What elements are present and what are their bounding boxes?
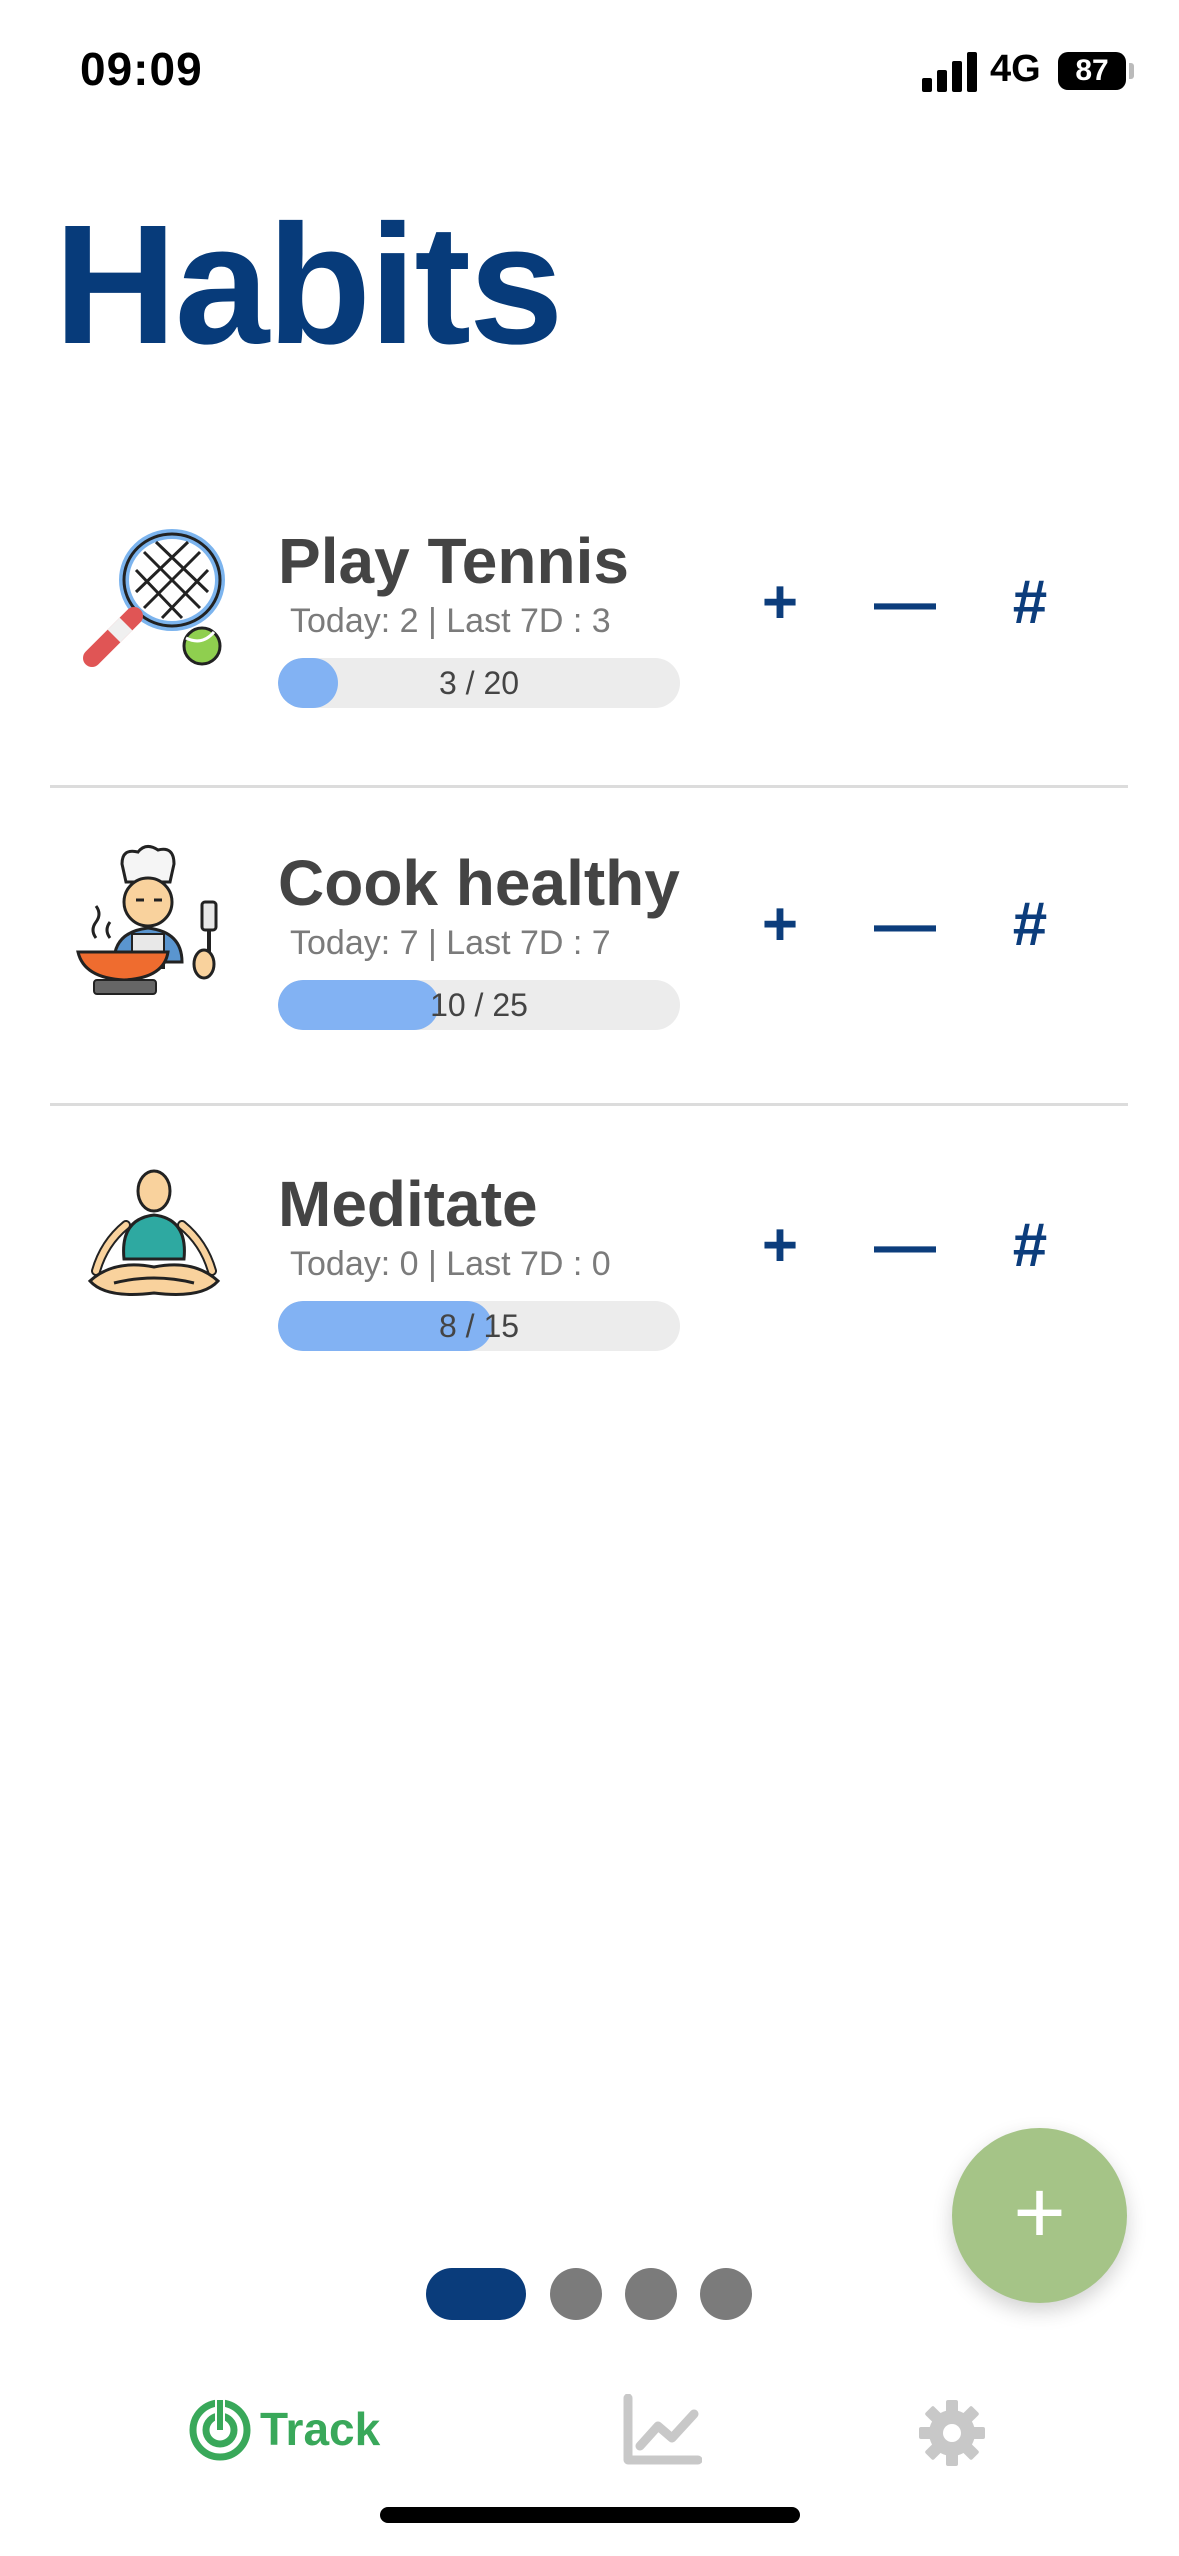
page-dot[interactable] <box>550 2268 602 2320</box>
divider <box>50 1103 1128 1106</box>
status-bar: 09:09 4G 87 <box>0 0 1179 150</box>
habit-row-play-tennis[interactable]: Play Tennis Today: 2 | Last 7D : 3 3 / 2… <box>50 480 1130 800</box>
divider <box>50 785 1128 788</box>
habit-stats: Today: 7 | Last 7D : 7 <box>290 924 611 962</box>
habit-row-cook-healthy[interactable]: Cook healthy Today: 7 | Last 7D : 7 10 /… <box>50 802 1130 1122</box>
habit-progress-bar: 10 / 25 <box>278 980 680 1030</box>
decrement-button[interactable]: — <box>860 1201 950 1291</box>
meditation-icon <box>87 1169 221 1296</box>
chef-cooking-icon <box>76 845 218 995</box>
set-count-button[interactable]: # <box>985 1201 1075 1291</box>
habit-progress-bar: 8 / 15 <box>278 1301 680 1351</box>
tennis-racket-icon <box>83 529 225 667</box>
increment-button[interactable]: + <box>735 880 825 970</box>
habit-stats: Today: 2 | Last 7D : 3 <box>290 602 611 640</box>
habit-name: Play Tennis <box>278 525 629 597</box>
increment-button[interactable]: + <box>735 558 825 648</box>
battery-tip <box>1129 63 1134 79</box>
habit-name: Meditate <box>278 1168 538 1240</box>
signal-bars-icon <box>922 52 977 92</box>
page-dot[interactable] <box>625 2268 677 2320</box>
chart-icon <box>623 2394 702 2465</box>
habit-stats: Today: 0 | Last 7D : 0 <box>290 1245 611 1283</box>
tab-stats[interactable] <box>620 2380 710 2480</box>
decrement-button[interactable]: — <box>860 880 950 970</box>
page-title: Habits <box>54 190 564 380</box>
home-indicator <box>380 2507 800 2523</box>
decrement-button[interactable]: — <box>860 558 950 648</box>
battery-icon: 87 <box>1058 52 1126 90</box>
target-icon <box>189 2398 251 2461</box>
add-habit-button[interactable]: + <box>952 2128 1127 2303</box>
status-time: 09:09 <box>80 43 203 95</box>
tab-settings[interactable] <box>915 2380 995 2480</box>
tab-track[interactable]: Track <box>188 2380 408 2480</box>
set-count-button[interactable]: # <box>985 880 1075 970</box>
increment-button[interactable]: + <box>735 1201 825 1291</box>
progress-label: 8 / 15 <box>438 1308 520 1344</box>
habit-progress-bar: 3 / 20 <box>278 658 680 708</box>
habit-row-meditate[interactable]: Meditate Today: 0 | Last 7D : 0 8 / 15 +… <box>50 1123 1130 1443</box>
tab-track-label: Track <box>260 2403 381 2455</box>
network-type: 4G <box>990 48 1041 90</box>
page-dot[interactable] <box>700 2268 752 2320</box>
habit-name: Cook healthy <box>278 847 680 919</box>
set-count-button[interactable]: # <box>985 558 1075 648</box>
progress-label: 3 / 20 <box>438 665 520 701</box>
gear-icon <box>919 2400 985 2466</box>
page-dot-active[interactable] <box>426 2268 526 2320</box>
progress-label: 10 / 25 <box>430 987 528 1023</box>
